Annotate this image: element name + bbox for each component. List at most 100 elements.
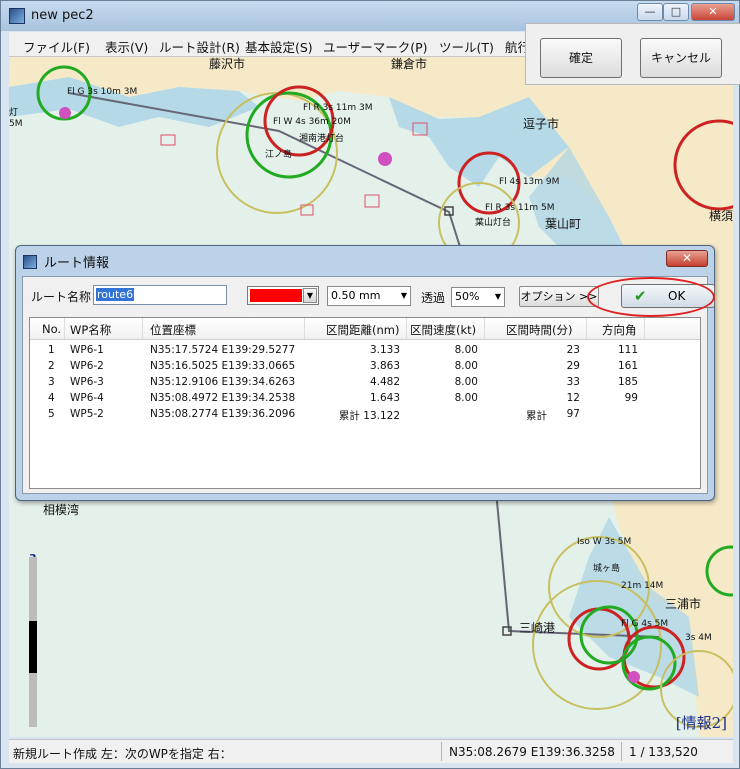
label-hayama: 葉山町 — [545, 217, 582, 231]
transparency-value: 50% — [455, 290, 480, 303]
cell-no: 1 — [48, 344, 55, 356]
line-width-select[interactable]: 0.50 mm ▼ — [327, 286, 411, 306]
cell-wp-name: WP5-2 — [70, 408, 104, 420]
buoy-mark — [378, 152, 392, 166]
cell-position: N35:17.5724 E139:29.5277 — [150, 344, 296, 356]
cell-direction: 99 — [624, 392, 638, 404]
status-divider — [621, 742, 622, 761]
label-kamakura: 鎌倉市 — [391, 57, 428, 71]
label-light-21m: 21m 14M — [621, 581, 664, 591]
col-time[interactable]: 区間時間(分) — [506, 322, 572, 338]
table-row[interactable]: 1 WP6-1 N35:17.5724 E139:29.5277 3.133 8… — [30, 343, 700, 359]
cell-direction: 185 — [617, 376, 638, 388]
zoom-scale-bar[interactable] — [29, 557, 37, 727]
menu-route-design[interactable]: ルート設計(R) — [159, 37, 240, 56]
label-light-fl-g-4s: Fl G 4s 5M — [621, 619, 669, 629]
column-divider — [64, 318, 65, 339]
table-row[interactable]: 3 WP6-3 N35:12.9106 E139:34.6263 4.482 8… — [30, 375, 700, 391]
cell-time: 23 — [566, 344, 580, 356]
close-button[interactable]: ✕ — [691, 3, 735, 21]
cell-wp-name: WP6-2 — [70, 360, 104, 372]
dialog-icon — [23, 255, 37, 269]
column-divider — [304, 318, 305, 339]
status-bar: 新規ルート作成 左：次のWPを指定 右： N35:08.2679 E139:36… — [9, 739, 733, 763]
col-wp-name[interactable]: WP名称 — [70, 322, 111, 338]
cell-speed: 8.00 — [454, 344, 478, 356]
col-no[interactable]: No. — [42, 322, 61, 336]
label-enoshima: 江ノ島 — [265, 150, 293, 160]
route-color-swatch — [250, 289, 302, 302]
label-zushi: 逗子市 — [523, 117, 560, 131]
label-hayama-light: 葉山灯台 — [475, 218, 512, 228]
status-divider — [441, 742, 442, 761]
route-name-value: route6 — [96, 288, 135, 301]
ok-highlight-ring — [587, 277, 715, 317]
cell-speed: 8.00 — [454, 376, 478, 388]
area-mark — [364, 194, 380, 208]
label-light-3s: 3s 4M — [685, 633, 712, 643]
table-row[interactable]: 5 WP5-2 N35:08.2774 E139:36.2096 累計 13.1… — [30, 407, 700, 423]
window-title: new pec2 — [31, 8, 94, 23]
cell-speed: 8.00 — [454, 392, 478, 404]
table-row[interactable]: 2 WP6-2 N35:16.5025 E139:33.0665 3.863 8… — [30, 359, 700, 375]
cancel-button[interactable]: キャンセル — [640, 38, 722, 78]
transparency-label: 透過 — [421, 291, 446, 305]
label-sagami-bay: 相模湾 — [43, 503, 80, 517]
label-misaki: 三崎港 — [519, 621, 556, 635]
buoy-mark — [59, 107, 71, 119]
label-shonan-light: 湘南港灯台 — [299, 134, 345, 144]
info-label: [情報2] — [675, 714, 727, 732]
label-yokosuka: 横須 — [709, 209, 733, 223]
cell-no: 4 — [48, 392, 55, 404]
cell-direction: 111 — [617, 344, 638, 356]
confirm-button[interactable]: 確定 — [540, 38, 622, 78]
cell-wp-name: WP6-4 — [70, 392, 104, 404]
route-name-input[interactable]: route6 — [93, 285, 227, 305]
cell-position: N35:08.4972 E139:34.2538 — [150, 392, 296, 404]
cell-distance: 3.133 — [369, 344, 400, 356]
column-divider — [142, 318, 143, 339]
maximize-button[interactable]: □ — [663, 3, 689, 21]
cell-no: 3 — [48, 376, 55, 388]
transparency-select[interactable]: 50% ▼ — [451, 287, 505, 307]
col-direction[interactable]: 方向角 — [602, 322, 637, 338]
status-hint: 新規ルート作成 左：次のWPを指定 右： — [13, 747, 232, 761]
col-distance[interactable]: 区間距離(nm) — [326, 322, 399, 338]
column-divider — [406, 318, 407, 339]
col-speed[interactable]: 区間速度(kt) — [410, 322, 476, 338]
label-light-range: 5M — [9, 119, 23, 129]
column-divider — [484, 318, 485, 339]
cell-position: N35:08.2774 E139:36.2096 — [150, 408, 296, 420]
label-light-fl-r-5m: Fl R 3s 11m 5M — [485, 203, 555, 213]
menu-file[interactable]: ファイル(F) — [23, 37, 90, 56]
cell-direction: 161 — [617, 360, 638, 372]
col-position[interactable]: 位置座標 — [150, 322, 196, 338]
main-window: new pec2 — □ ✕ ファイル(F) 表示(V) ルート設計(R) 基本… — [0, 0, 740, 769]
app-icon — [9, 8, 25, 24]
cell-no: 2 — [48, 360, 55, 372]
confirm-panel: 確定 キャンセル — [525, 23, 740, 85]
dialog-close-button[interactable]: ✕ — [666, 250, 708, 267]
cell-speed: 8.00 — [454, 360, 478, 372]
chevron-down-icon[interactable]: ▼ — [303, 288, 317, 303]
minimize-button[interactable]: — — [637, 3, 663, 21]
route-color-select[interactable]: ▼ — [247, 286, 319, 305]
cell-distance: 1.643 — [369, 392, 400, 404]
table-row[interactable]: 4 WP6-4 N35:08.4972 E139:34.2538 1.643 8… — [30, 391, 700, 407]
menu-view[interactable]: 表示(V) — [105, 37, 148, 56]
cell-time: 33 — [566, 376, 580, 388]
menu-settings[interactable]: 基本設定(S) — [245, 37, 313, 56]
label-light-fl-g: Fl G 3s 10m 3M — [67, 87, 138, 97]
line-width-value: 0.50 mm — [331, 289, 381, 302]
label-light-hiratsuka: 灯 — [9, 108, 19, 118]
column-divider — [644, 318, 645, 339]
label-miura: 三浦市 — [665, 597, 702, 611]
status-scale: 1 / 133,520 — [629, 745, 698, 759]
zoom-scale-indicator[interactable] — [29, 621, 37, 673]
menu-tools[interactable]: ツール(T) — [439, 37, 494, 56]
waypoint-table[interactable]: No. WP名称 位置座標 区間距離(nm) 区間速度(kt) 区間時間(分) … — [29, 317, 701, 489]
column-divider — [586, 318, 587, 339]
status-coords: N35:08.2679 E139:36.3258 — [449, 745, 615, 759]
menu-user-mark[interactable]: ユーザーマーク(P) — [323, 37, 428, 56]
label-jogashima: 城ヶ島 — [593, 564, 621, 574]
